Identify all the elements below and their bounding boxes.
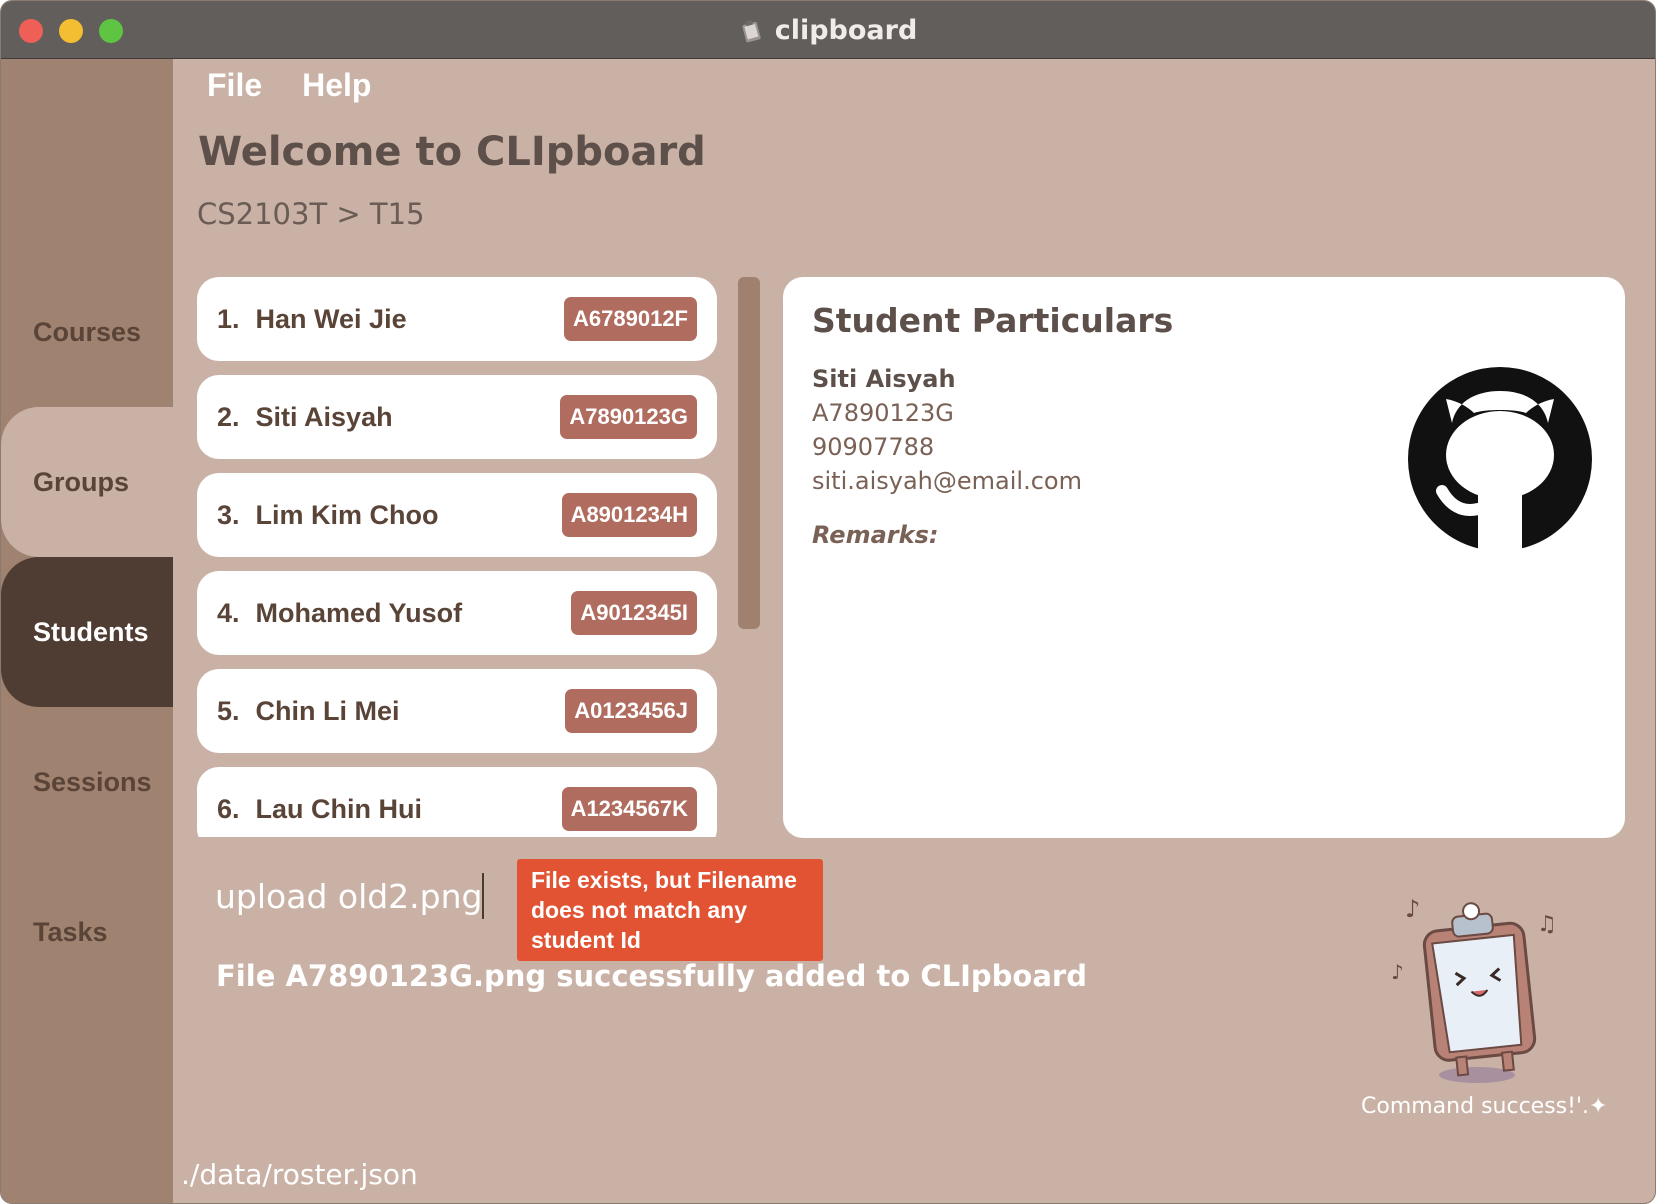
sidebar-item-students[interactable]: Students	[1, 557, 173, 707]
sidebar-item-label: Groups	[33, 466, 130, 497]
window-title: clipboard	[774, 14, 918, 46]
app-window: clipboard Courses Groups Students Sessio…	[0, 0, 1656, 1204]
sidebar-item-label: Sessions	[33, 766, 152, 797]
student-card[interactable]: 4. Mohamed Yusof A9012345I	[197, 571, 717, 655]
student-index: 3.	[217, 499, 240, 530]
student-name: Lau Chin Hui	[255, 793, 423, 824]
student-name: Mohamed Yusof	[255, 597, 463, 628]
student-index: 6.	[217, 793, 240, 824]
svg-text:♫: ♫	[1537, 912, 1557, 937]
text-cursor	[482, 873, 484, 919]
mascot-caption: Command success!'.✦	[1361, 1094, 1608, 1119]
particulars-name: Siti Aisyah	[812, 365, 956, 393]
student-index: 1.	[217, 303, 240, 334]
title-bar: clipboard	[1, 1, 1655, 59]
student-id-badge: A8901234H	[561, 493, 697, 537]
particulars-title: Student Particulars	[812, 301, 1174, 340]
sidebar-item-groups[interactable]: Groups	[1, 407, 173, 557]
student-id-badge: A1234567K	[561, 787, 697, 831]
clipboard-mascot-icon: ♪ ♫ ♪	[1391, 895, 1557, 1083]
command-result: File A7890123G.png successfully added to…	[216, 959, 1087, 993]
student-list: 1. Han Wei Jie A6789012F 2. Siti Aisyah …	[197, 277, 719, 837]
page-title: Welcome to CLIpboard	[198, 129, 706, 175]
sidebar-item-sessions[interactable]: Sessions	[1, 707, 173, 857]
particulars-student-id: A7890123G	[812, 399, 954, 427]
help-menu[interactable]: Help	[302, 67, 371, 104]
sidebar-item-tasks[interactable]: Tasks	[1, 857, 173, 1007]
student-id-badge: A6789012F	[564, 297, 697, 341]
student-index: 5.	[217, 695, 240, 726]
student-name: Han Wei Jie	[255, 303, 407, 334]
student-name: Siti Aisyah	[255, 401, 393, 432]
sidebar: Courses Groups Students Sessions Tasks	[1, 59, 173, 1203]
sidebar-item-label: Tasks	[33, 916, 108, 947]
student-name: Lim Kim Choo	[255, 499, 439, 530]
student-card[interactable]: 6. Lau Chin Hui A1234567K	[197, 767, 717, 837]
student-id-badge: A7890123G	[560, 395, 697, 439]
menu-bar: File Help	[207, 67, 371, 104]
student-card[interactable]: 1. Han Wei Jie A6789012F	[197, 277, 717, 361]
github-octocat-icon	[1408, 367, 1592, 555]
svg-text:♪: ♪	[1405, 895, 1420, 923]
svg-text:♪: ♪	[1391, 960, 1404, 984]
student-card[interactable]: 2. Siti Aisyah A7890123G	[197, 375, 717, 459]
status-file-path: ./data/roster.json	[181, 1158, 418, 1191]
student-card[interactable]: 3. Lim Kim Choo A8901234H	[197, 473, 717, 557]
student-card[interactable]: 5. Chin Li Mei A0123456J	[197, 669, 717, 753]
error-tooltip: File exists, but Filename does not match…	[517, 859, 823, 961]
breadcrumb[interactable]: CS2103T > T15	[197, 197, 425, 231]
student-name: Chin Li Mei	[255, 695, 400, 726]
student-particulars-panel: Student Particulars Siti Aisyah A7890123…	[783, 277, 1625, 838]
particulars-remarks-label: Remarks:	[812, 521, 939, 549]
clipboard-app-icon	[742, 19, 761, 43]
student-index: 2.	[217, 401, 240, 432]
sidebar-item-courses[interactable]: Courses	[1, 257, 173, 407]
student-index: 4.	[217, 597, 240, 628]
particulars-phone: 90907788	[812, 433, 935, 461]
particulars-email: siti.aisyah@email.com	[812, 467, 1082, 495]
student-id-badge: A0123456J	[565, 689, 697, 733]
command-input[interactable]	[215, 871, 495, 921]
list-scrollbar[interactable]	[738, 277, 760, 629]
sidebar-item-label: Courses	[33, 316, 142, 347]
file-menu[interactable]: File	[207, 67, 262, 104]
sidebar-item-label: Students	[33, 616, 149, 647]
student-id-badge: A9012345I	[571, 591, 697, 635]
